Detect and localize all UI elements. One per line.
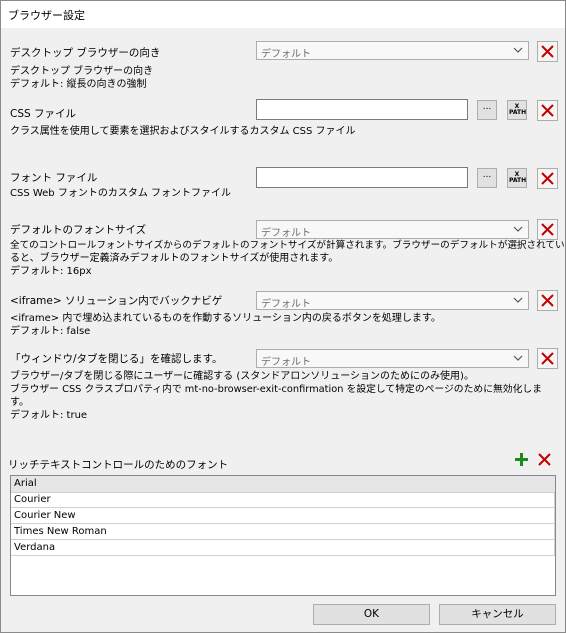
desktop-orientation-clear-button[interactable] xyxy=(537,41,558,62)
chevron-down-icon xyxy=(513,297,523,303)
close-icon xyxy=(541,45,554,58)
xpath-icon: X PATH xyxy=(509,171,527,184)
plus-icon xyxy=(515,453,528,466)
default-font-size-value: デフォルト xyxy=(261,228,311,239)
confirm-close-desc-1: ブラウザー/タブを閉じる際にユーザーに確認する (スタンドアロンソリューションの… xyxy=(10,371,474,382)
desktop-orientation-desc-2: デフォルト: 縦長の向きの強制 xyxy=(10,79,147,90)
ellipsis-label: ... xyxy=(482,102,492,112)
confirm-close-value: デフォルト xyxy=(261,357,311,368)
rich-text-fonts-label: リッチテキストコントロールのためのフォント xyxy=(8,459,229,471)
desktop-orientation-value: デフォルト xyxy=(261,49,311,60)
desktop-orientation-desc-1: デスクトップ ブラウザーの向き xyxy=(10,66,154,77)
iframe-back-label: <iframe> ソリューション内でバックナビゲ xyxy=(10,295,223,307)
list-item[interactable]: Courier New xyxy=(11,508,555,524)
css-file-label: CSS ファイル xyxy=(10,108,76,120)
cancel-button[interactable]: キャンセル xyxy=(439,604,556,625)
default-font-size-desc-2: ると、ブラウザー定義済みデフォルトのフォントサイズが使用されます。 xyxy=(10,253,339,264)
close-icon xyxy=(541,223,554,236)
remove-font-button[interactable] xyxy=(537,452,552,467)
font-list[interactable]: Arial Courier Courier New Times New Roma… xyxy=(10,475,556,596)
chevron-down-icon xyxy=(513,47,523,53)
xpath-icon: X PATH xyxy=(509,103,527,116)
confirm-close-select[interactable]: デフォルト xyxy=(256,349,529,368)
title-bar: ブラウザー設定 xyxy=(1,1,565,28)
font-file-xpath-button[interactable]: X PATH xyxy=(507,168,527,188)
list-item[interactable]: Courier xyxy=(11,492,555,508)
iframe-back-desc-1: <iframe> 内で埋め込まれているものを作動するソリューション内の戻るボタン… xyxy=(10,313,441,324)
list-item[interactable]: Verdana xyxy=(11,540,555,556)
browser-settings-dialog: ブラウザー設定 デスクトップ ブラウザーの向き デフォルト デスクトップ ブラウ… xyxy=(0,0,566,633)
confirm-close-label: 「ウィンドウ/タブを閉じる」を確認します。 xyxy=(10,353,223,365)
font-list-header-cell: Arial xyxy=(14,478,37,489)
list-item[interactable]: Times New Roman xyxy=(11,524,555,540)
iframe-back-desc-2: デフォルト: false xyxy=(10,326,91,337)
desktop-orientation-label: デスクトップ ブラウザーの向き xyxy=(10,47,161,59)
default-font-size-desc-3: デフォルト: 16px xyxy=(10,266,92,277)
close-icon xyxy=(541,104,554,117)
close-icon xyxy=(538,453,551,466)
font-file-desc: CSS Web フォントのカスタム フォントファイル xyxy=(10,188,232,199)
default-font-size-desc-1: 全てのコントロールフォントサイズからのデフォルトのフォントサイズが計算されます。… xyxy=(10,240,565,251)
column-divider xyxy=(554,492,555,556)
default-font-size-clear-button[interactable] xyxy=(537,219,558,240)
iframe-back-clear-button[interactable] xyxy=(537,290,558,311)
close-icon xyxy=(541,172,554,185)
confirm-close-desc-2: ブラウザー CSS クラスプロパティ内で mt-no-browser-exit-… xyxy=(10,384,542,395)
css-file-xpath-button[interactable]: X PATH xyxy=(507,100,527,120)
default-font-size-select[interactable]: デフォルト xyxy=(256,220,529,239)
ellipsis-label: ... xyxy=(482,170,492,180)
default-font-size-label: デフォルトのフォントサイズ xyxy=(10,224,147,236)
confirm-close-clear-button[interactable] xyxy=(537,348,558,369)
confirm-close-desc-3: す。 xyxy=(10,397,29,408)
font-list-header[interactable]: Arial xyxy=(11,476,555,493)
window-title: ブラウザー設定 xyxy=(8,9,85,22)
confirm-close-desc-4: デフォルト: true xyxy=(10,410,88,421)
css-file-browse-button[interactable]: ... xyxy=(477,100,497,120)
css-file-clear-button[interactable] xyxy=(537,100,558,121)
close-icon xyxy=(541,294,554,307)
css-file-desc: クラス属性を使用して要素を選択およびスタイルするカスタム CSS ファイル xyxy=(10,126,356,137)
close-icon xyxy=(541,352,554,365)
css-file-input[interactable] xyxy=(256,99,468,120)
chevron-down-icon xyxy=(513,355,523,361)
iframe-back-select[interactable]: デフォルト xyxy=(256,291,529,310)
font-file-input[interactable] xyxy=(256,167,468,188)
desktop-orientation-select[interactable]: デフォルト xyxy=(256,41,529,60)
font-file-browse-button[interactable]: ... xyxy=(477,168,497,188)
chevron-down-icon xyxy=(513,226,523,232)
ok-button[interactable]: OK xyxy=(313,604,430,625)
font-file-label: フォント ファイル xyxy=(10,172,98,184)
font-file-clear-button[interactable] xyxy=(537,168,558,189)
iframe-back-value: デフォルト xyxy=(261,299,311,310)
add-font-button[interactable] xyxy=(514,452,529,467)
